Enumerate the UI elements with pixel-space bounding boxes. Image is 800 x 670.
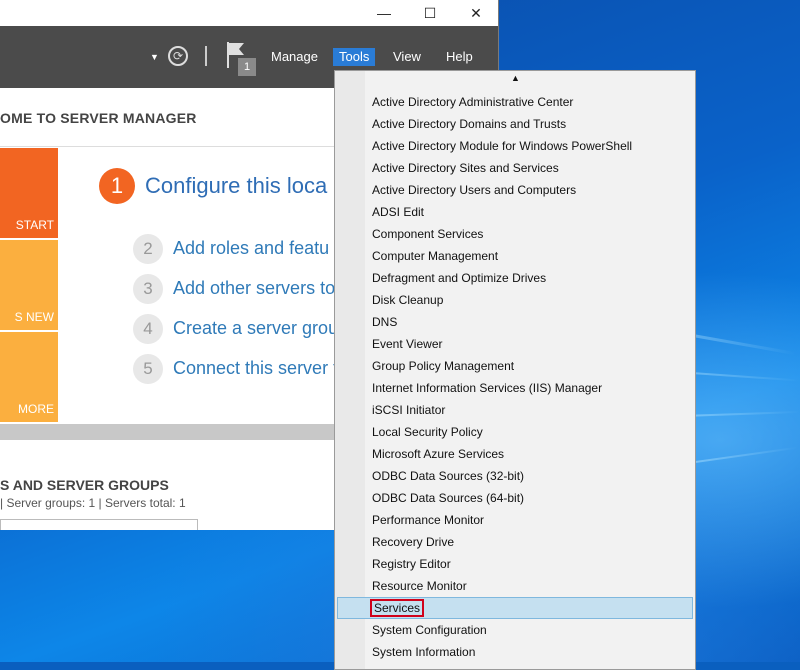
tools-menu-list: Active Directory Administrative Center Ac… <box>335 91 695 663</box>
menu-item-active-directory-module-for-windows-powershell[interactable]: Active Directory Module for Windows Powe… <box>335 135 695 157</box>
step-number-badge: 4 <box>133 314 163 344</box>
tile-label: S NEW <box>14 310 54 324</box>
menu-item-label: ADSI Edit <box>372 205 425 219</box>
close-button[interactable]: ✕ <box>454 0 498 26</box>
menu-item-label: Registry Editor <box>372 557 451 571</box>
menu-item-label: Recovery Drive <box>372 535 455 549</box>
menu-item-recovery-drive[interactable]: Recovery Drive <box>335 531 695 553</box>
menu-item-resource-monitor[interactable]: Resource Monitor <box>335 575 695 597</box>
step-add-roles-link[interactable]: Add roles and featu <box>173 238 329 259</box>
menu-item-event-viewer[interactable]: Event Viewer <box>335 333 695 355</box>
roles-section-summary: | Server groups: 1 | Servers total: 1 <box>0 496 186 510</box>
tools-dropdown-menu: ▲ Active Directory Administrative Center… <box>334 70 696 670</box>
menu-item-internet-information-services-iis-manager[interactable]: Internet Information Services (IIS) Mana… <box>335 377 695 399</box>
server-group-tile[interactable] <box>0 519 198 530</box>
menu-item-label: Performance Monitor <box>372 513 485 527</box>
menu-item-local-security-policy[interactable]: Local Security Policy <box>335 421 695 443</box>
menu-item-label: Active Directory Administrative Center <box>372 95 574 109</box>
menu-item-group-policy-management[interactable]: Group Policy Management <box>335 355 695 377</box>
menu-item-label: DNS <box>372 315 398 329</box>
menu-item-label: System Information <box>372 645 476 659</box>
menu-item-performance-monitor[interactable]: Performance Monitor <box>335 509 695 531</box>
menu-item-label: Active Directory Users and Computers <box>372 183 577 197</box>
menu-item-label: ODBC Data Sources (64-bit) <box>372 491 525 505</box>
menu-item-active-directory-domains-and-trusts[interactable]: Active Directory Domains and Trusts <box>335 113 695 135</box>
scroll-up-arrow-icon[interactable]: ▲ <box>511 73 520 83</box>
menu-item-microsoft-azure-services[interactable]: Microsoft Azure Services <box>335 443 695 465</box>
menu-item-label: Internet Information Services (IIS) Mana… <box>372 381 603 395</box>
menu-item-component-services[interactable]: Component Services <box>335 223 695 245</box>
menu-item-registry-editor[interactable]: Registry Editor <box>335 553 695 575</box>
step-number-badge: 5 <box>133 354 163 384</box>
notification-count-badge: 1 <box>238 58 256 76</box>
menu-item-label: Services <box>369 599 425 617</box>
menu-item-iscsi-initiator[interactable]: iSCSI Initiator <box>335 399 695 421</box>
step-number-badge: 2 <box>133 234 163 264</box>
tile-label: START <box>15 218 54 232</box>
menu-item-adsi-edit[interactable]: ADSI Edit <box>335 201 695 223</box>
menu-item-label: Resource Monitor <box>372 579 467 593</box>
menu-item-label: Defragment and Optimize Drives <box>372 271 547 285</box>
menu-item-label: iSCSI Initiator <box>372 403 446 417</box>
menu-item-active-directory-administrative-center[interactable]: Active Directory Administrative Center <box>335 91 695 113</box>
menu-item-odbc-data-sources-64-bit[interactable]: ODBC Data Sources (64-bit) <box>335 487 695 509</box>
menu-item-computer-management[interactable]: Computer Management <box>335 245 695 267</box>
menu-item-dns[interactable]: DNS <box>335 311 695 333</box>
menu-item-label: Microsoft Azure Services <box>372 447 505 461</box>
menu-item-active-directory-users-and-computers[interactable]: Active Directory Users and Computers <box>335 179 695 201</box>
step-create-group-link[interactable]: Create a server grou <box>173 318 338 339</box>
menu-item-services[interactable]: Services <box>337 597 693 619</box>
step-connect-link[interactable]: Connect this server t <box>173 358 338 379</box>
menu-item-label: Active Directory Sites and Services <box>372 161 559 175</box>
menu-view[interactable]: View <box>387 48 427 66</box>
menu-item-label: Active Directory Domains and Trusts <box>372 117 567 131</box>
menu-item-label: Group Policy Management <box>372 359 515 373</box>
menu-item-label: Local Security Policy <box>372 425 483 439</box>
menu-help[interactable]: Help <box>440 48 479 66</box>
step-number-badge: 3 <box>133 274 163 304</box>
step-number-badge: 1 <box>99 168 135 204</box>
minimize-button[interactable]: — <box>362 0 406 26</box>
menu-item-label: Disk Cleanup <box>372 293 444 307</box>
step-configure-link[interactable]: Configure this loca <box>145 173 327 199</box>
welcome-title: OME TO SERVER MANAGER <box>0 110 197 126</box>
menu-tools[interactable]: Tools <box>333 48 376 66</box>
menu-item-label: Component Services <box>372 227 484 241</box>
menu-item-active-directory-sites-and-services[interactable]: Active Directory Sites and Services <box>335 157 695 179</box>
step-add-servers-link[interactable]: Add other servers to <box>173 278 335 299</box>
whats-new-tile[interactable]: S NEW <box>0 240 58 330</box>
quick-start-tile[interactable]: START <box>0 148 58 238</box>
refresh-icon[interactable]: ⟳ <box>168 46 188 66</box>
learn-more-tile[interactable]: MORE <box>0 332 58 422</box>
menu-item-odbc-data-sources-32-bit[interactable]: ODBC Data Sources (32-bit) <box>335 465 695 487</box>
menu-item-disk-cleanup[interactable]: Disk Cleanup <box>335 289 695 311</box>
maximize-button[interactable]: ☐ <box>408 0 452 26</box>
menu-item-system-information[interactable]: System Information <box>335 641 695 663</box>
tile-label: MORE <box>18 402 54 416</box>
dropdown-arrow-icon[interactable]: ▼ <box>150 52 159 62</box>
menu-item-label: Computer Management <box>372 249 499 263</box>
menu-separator <box>205 46 207 66</box>
menu-item-label: Event Viewer <box>372 337 443 351</box>
menu-item-label: Active Directory Module for Windows Powe… <box>372 139 633 153</box>
title-bar: — ☐ ✕ <box>0 0 498 26</box>
menu-item-label: System Configuration <box>372 623 487 637</box>
menu-manage[interactable]: Manage <box>265 48 324 66</box>
menu-item-label: ODBC Data Sources (32-bit) <box>372 469 525 483</box>
menu-item-defragment-and-optimize-drives[interactable]: Defragment and Optimize Drives <box>335 267 695 289</box>
menu-item-system-configuration[interactable]: System Configuration <box>335 619 695 641</box>
roles-section-title: S AND SERVER GROUPS <box>0 477 169 493</box>
